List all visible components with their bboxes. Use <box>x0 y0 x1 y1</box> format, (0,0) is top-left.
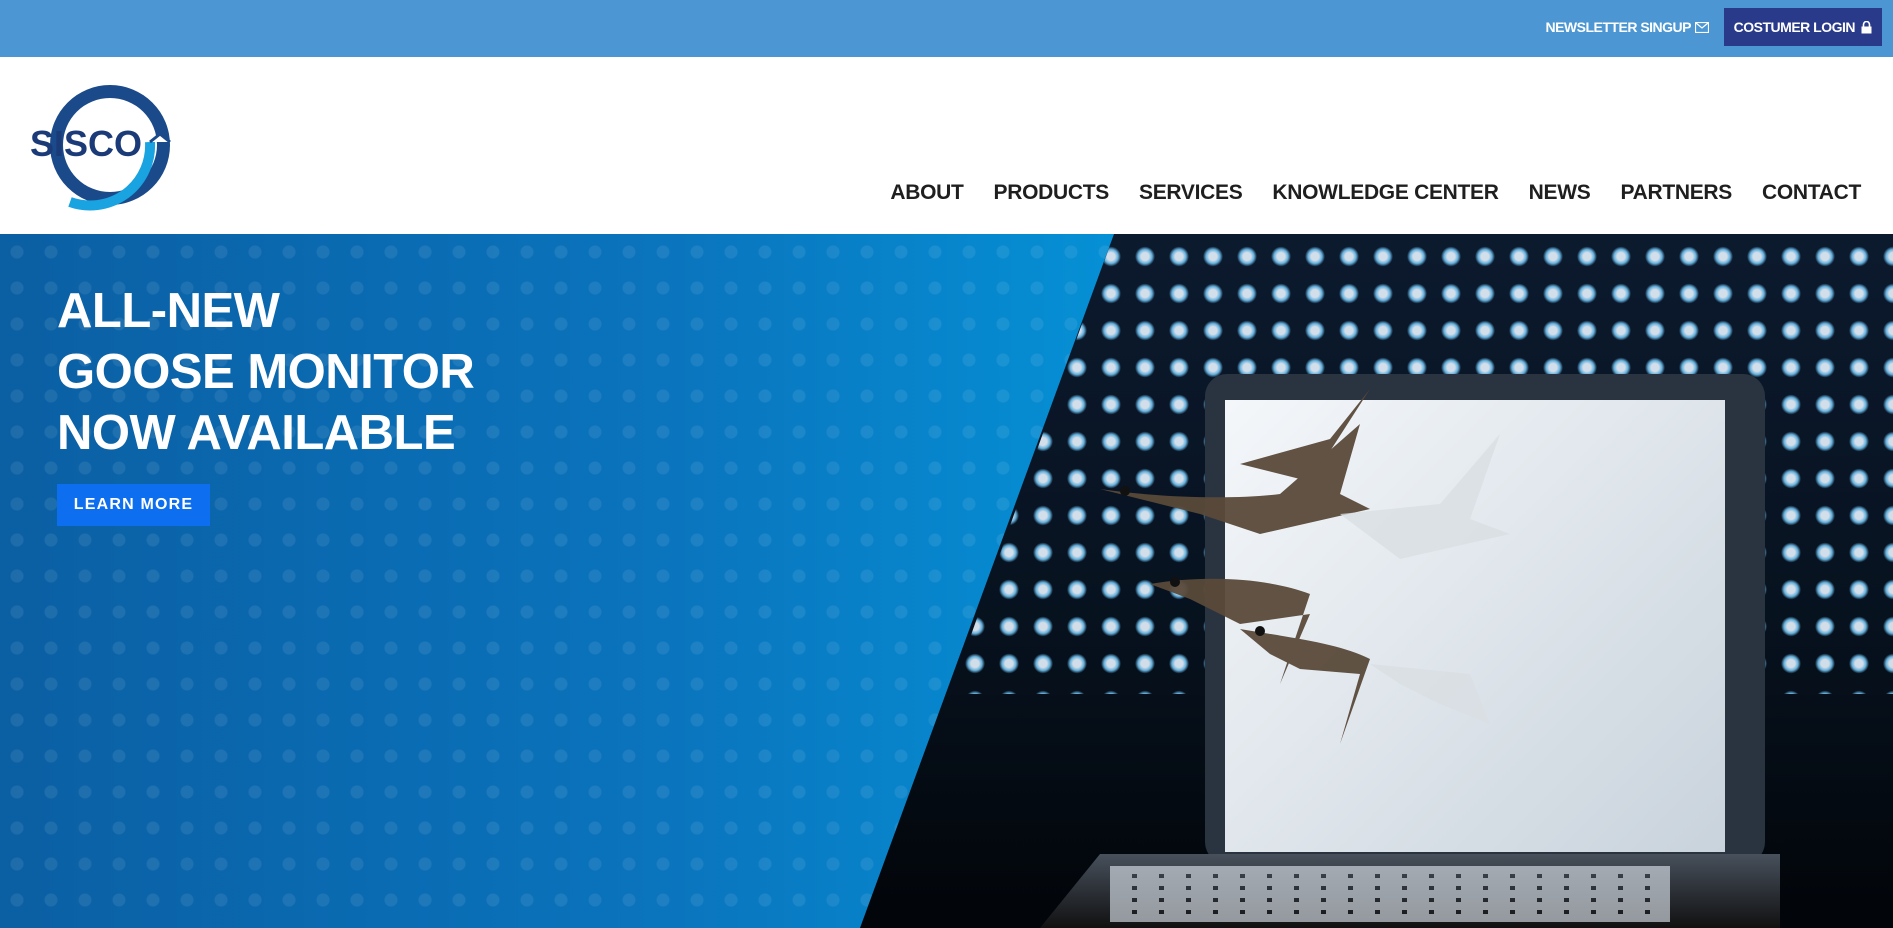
nav-item-news[interactable]: NEWS <box>1529 181 1591 205</box>
main-navigation: ABOUT PRODUCTS SERVICES KNOWLEDGE CENTER NEW… <box>890 181 1861 205</box>
nav-item-knowledge-center[interactable]: KNOWLEDGE CENTER <box>1272 181 1499 205</box>
sisco-logo[interactable]: SISCO <box>30 82 184 212</box>
logo-text: SISCO <box>30 123 142 164</box>
hero-banner: ALL-NEW GOOSE MONITOR NOW AVAILABLE LEAR… <box>0 234 1893 928</box>
learn-more-button[interactable]: LEARN MORE <box>57 484 210 526</box>
keyboard-keys <box>1110 866 1670 922</box>
newsletter-label: NEWSLETTER SINGUP <box>1545 19 1691 35</box>
customer-login-button[interactable]: COSTUMER LOGIN <box>1723 8 1882 46</box>
login-label: COSTUMER LOGIN <box>1733 19 1856 35</box>
headline-line-2: GOOSE MONITOR <box>57 345 475 399</box>
hero-headline: ALL-NEW GOOSE MONITOR NOW AVAILABLE <box>57 281 475 464</box>
nav-item-about[interactable]: ABOUT <box>890 181 963 205</box>
main-header: ABOUT PRODUCTS SERVICES KNOWLEDGE CENTER NEW… <box>0 57 1893 234</box>
nav-item-partners[interactable]: PARTNERS <box>1620 181 1732 205</box>
headline-line-1: ALL-NEW <box>57 284 280 338</box>
geese-image <box>1100 389 1510 744</box>
headline-line-3: NOW AVAILABLE <box>57 406 456 460</box>
nav-item-contact[interactable]: CONTACT <box>1762 181 1861 205</box>
top-utility-bar: NEWSLETTER SINGUP COSTUMER LOGIN <box>0 0 1893 57</box>
envelope-icon <box>1695 21 1709 33</box>
lock-icon <box>1861 20 1872 33</box>
nav-item-products[interactable]: PRODUCTS <box>994 181 1110 205</box>
nav-item-services[interactable]: SERVICES <box>1139 181 1243 205</box>
newsletter-signup-link[interactable]: NEWSLETTER SINGUP <box>1545 19 1709 35</box>
